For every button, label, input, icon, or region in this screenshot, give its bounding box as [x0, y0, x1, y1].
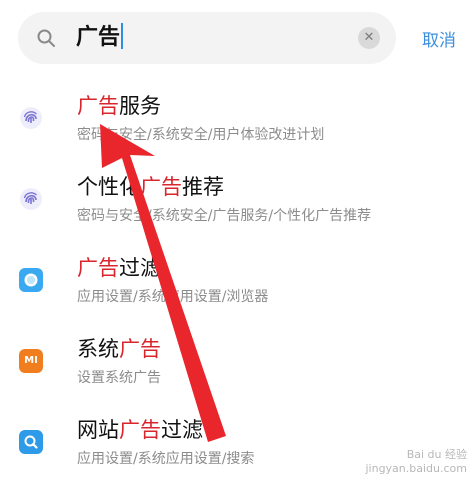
fingerprint-icon: [20, 107, 42, 129]
clear-search-button[interactable]: ✕: [358, 27, 380, 49]
search-app-icon: [19, 430, 43, 454]
result-path: 设置系统广告: [77, 370, 161, 386]
list-item[interactable]: 广告服务 密码与安全/系统安全/用户体验改进计划: [0, 86, 473, 166]
highlight-keyword: 广告: [77, 94, 119, 118]
result-path: 应用设置/系统应用设置/浏览器: [77, 289, 269, 305]
list-item[interactable]: MI 系统广告 设置系统广告: [0, 329, 473, 409]
search-bar[interactable]: 广告 ✕: [18, 12, 396, 64]
highlight-keyword: 广告: [77, 256, 119, 280]
list-item[interactable]: 个性化广告推荐 密码与安全/系统安全/广告服务/个性化广告推荐: [0, 167, 473, 247]
result-path: 应用设置/系统应用设置/搜索: [77, 451, 255, 467]
search-settings-page: 广告 ✕ 取消 广告服务 密码与安全/系统安全/用户体验改进计划 个性化广告推荐…: [0, 0, 473, 482]
search-query-text: 广告: [76, 25, 121, 50]
highlight-keyword: 广告: [140, 175, 182, 199]
result-path: 密码与安全/系统安全/用户体验改进计划: [77, 127, 325, 143]
highlight-keyword: 广告: [119, 418, 161, 442]
text-caret: [121, 23, 124, 49]
search-input[interactable]: 广告: [76, 23, 124, 53]
result-title: 个性化广告推荐: [77, 175, 224, 199]
cancel-button[interactable]: 取消: [422, 26, 456, 51]
baidu-watermark: Bai du 经验 jingyan.baidu.com: [365, 448, 467, 475]
result-title: 网站广告过滤: [77, 418, 203, 442]
list-item[interactable]: 广告过滤 应用设置/系统应用设置/浏览器: [0, 248, 473, 328]
close-icon: ✕: [363, 30, 375, 45]
result-path: 密码与安全/系统安全/广告服务/个性化广告推荐: [77, 208, 372, 224]
search-icon: [37, 29, 55, 47]
highlight-keyword: 广告: [119, 337, 161, 361]
browser-icon: [19, 268, 43, 292]
result-title: 系统广告: [77, 337, 161, 361]
result-title: 广告过滤: [77, 256, 161, 280]
mi-icon: MI: [19, 349, 43, 373]
fingerprint-icon: [20, 188, 42, 210]
result-title: 广告服务: [77, 94, 161, 118]
